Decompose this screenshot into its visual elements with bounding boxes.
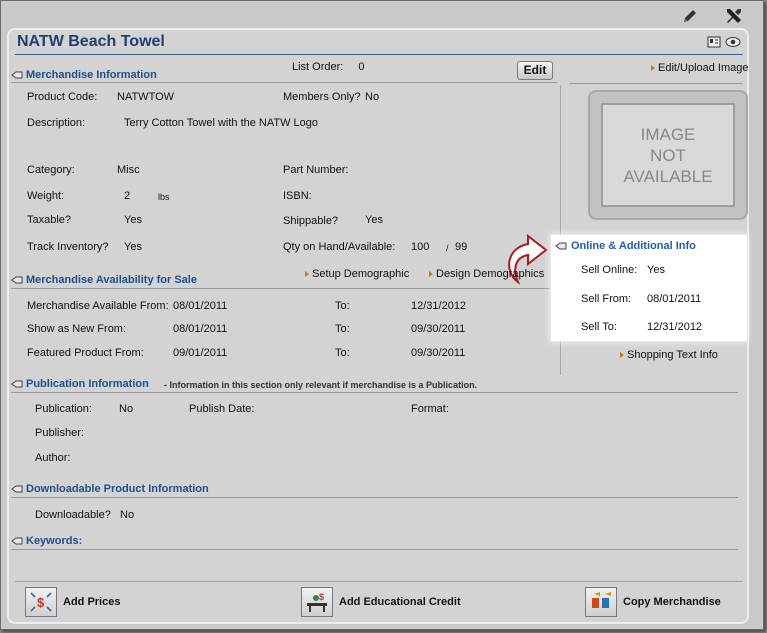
add-educational-credit-button[interactable]: $ Add Educational Credit <box>301 587 461 617</box>
design-demographics-link[interactable]: Design Demographics <box>429 268 544 280</box>
publication-note: - Information in this section only relev… <box>164 380 478 390</box>
downloadable-value: No <box>120 509 135 521</box>
isbn-label: ISBN: <box>283 190 312 202</box>
edit-upload-image-link[interactable]: Edit/Upload Image <box>651 62 749 74</box>
merch-info-divider <box>11 82 557 83</box>
edit-button[interactable]: Edit <box>517 61 553 80</box>
copy-merchandise-button[interactable]: Copy Merchandise <box>585 587 721 617</box>
available-to-label: To: <box>335 300 350 312</box>
id-card-icon[interactable] <box>707 36 721 48</box>
svg-text:$: $ <box>319 592 324 602</box>
sell-to-value: 12/31/2012 <box>647 321 703 333</box>
publication-divider <box>11 392 738 393</box>
sell-to-label: Sell To: <box>581 321 617 333</box>
publish-date-label: Publish Date: <box>189 403 255 415</box>
shopping-text-info-link[interactable]: Shopping Text Info <box>620 349 718 361</box>
qty-available-value: 99 <box>455 241 468 253</box>
main-window: NATW Beach Towel List Order: 0 Edit Edit… <box>0 0 764 630</box>
merch-info-heading: Merchandise Information <box>11 69 157 81</box>
keywords-heading: Keywords: <box>11 535 82 547</box>
publication-heading: Publication Information <box>11 378 149 390</box>
publisher-label: Publisher: <box>35 427 84 439</box>
image-not-available: IMAGE NOT AVAILABLE <box>601 103 735 207</box>
online-info-heading[interactable]: Online & Additional Info <box>571 240 696 252</box>
collapse-icon[interactable] <box>11 485 23 493</box>
add-prices-button[interactable]: $ Add Prices <box>25 587 120 617</box>
taxable-label: Taxable? <box>27 214 72 226</box>
product-code-label: Product Code: <box>27 91 98 103</box>
top-toolbar <box>679 5 745 27</box>
category-value: Misc <box>117 164 140 176</box>
new-to-label: To: <box>335 323 350 335</box>
sell-online-value: Yes <box>647 264 665 276</box>
title-divider <box>15 54 743 55</box>
members-only-label: Members Only? <box>283 91 361 103</box>
product-code-value: NATWTOW <box>117 91 175 103</box>
copy-merchandise-icon <box>585 587 617 617</box>
new-to-value: 09/30/2011 <box>411 323 466 335</box>
featured-from-label: Featured Product From: <box>27 347 144 359</box>
available-from-value: 08/01/2011 <box>173 300 228 312</box>
downloadable-heading: Downloadable Product Information <box>11 483 209 495</box>
collapse-icon[interactable] <box>11 276 23 284</box>
qty-on-hand-value: 100 <box>411 241 430 253</box>
educational-credit-icon: $ <box>301 587 333 617</box>
collapse-icon[interactable] <box>11 537 23 545</box>
weight-value: 2 <box>124 190 131 202</box>
shippable-value: Yes <box>365 214 383 226</box>
view-controls <box>707 36 741 48</box>
collapse-icon[interactable] <box>11 71 23 79</box>
image-divider <box>569 83 743 84</box>
page-title: NATW Beach Towel <box>17 33 165 50</box>
sell-from-value: 08/01/2011 <box>647 293 702 305</box>
members-only-value: No <box>365 91 380 103</box>
bottom-divider <box>15 581 743 582</box>
track-inventory-value: Yes <box>124 241 142 253</box>
publication-label: Publication: <box>35 403 92 415</box>
availability-divider <box>11 288 557 289</box>
downloadable-divider <box>11 497 738 498</box>
part-number-label: Part Number: <box>283 164 349 176</box>
taxable-value: Yes <box>124 214 142 226</box>
merchandise-panel: NATW Beach Towel List Order: 0 Edit Edit… <box>7 28 749 624</box>
product-image-frame: IMAGE NOT AVAILABLE <box>588 90 748 220</box>
pencil-icon[interactable] <box>679 5 701 27</box>
category-label: Category: <box>27 164 75 176</box>
author-label: Author: <box>35 452 71 464</box>
shippable-label: Shippable? <box>283 215 339 227</box>
format-label: Format: <box>411 403 449 415</box>
eye-icon[interactable] <box>725 36 741 48</box>
featured-from-value: 09/01/2011 <box>173 347 228 359</box>
add-prices-icon: $ <box>25 587 57 617</box>
description-label: Description: <box>27 117 86 129</box>
featured-to-label: To: <box>335 347 350 359</box>
keywords-divider <box>11 549 738 550</box>
online-info-popup: Online & Additional Info Sell Online: Ye… <box>550 234 748 342</box>
qty-separator: / <box>446 243 449 253</box>
list-order: List Order: 0 <box>292 61 365 73</box>
setup-demographic-link[interactable]: Setup Demographic <box>305 268 409 280</box>
featured-to-value: 09/30/2011 <box>411 347 466 359</box>
publication-value: No <box>119 403 134 415</box>
availability-heading: Merchandise Availability for Sale <box>11 274 197 286</box>
wrench-screwdriver-icon[interactable] <box>723 5 745 27</box>
sell-from-label: Sell From: <box>581 293 632 305</box>
qty-label: Qty on Hand/Available: <box>283 241 396 253</box>
track-inventory-label: Track Inventory? <box>27 241 109 253</box>
new-from-value: 08/01/2011 <box>173 323 228 335</box>
weight-label: Weight: <box>27 190 65 202</box>
weight-unit: lbs <box>158 192 170 202</box>
description-value: Terry Cotton Towel with the NATW Logo <box>124 117 319 129</box>
collapse-icon[interactable] <box>555 242 567 250</box>
downloadable-label: Downloadable? <box>35 509 111 521</box>
svg-text:$: $ <box>37 595 45 610</box>
sell-online-label: Sell Online: <box>581 264 638 276</box>
available-from-label: Merchandise Available From: <box>27 300 169 312</box>
collapse-icon[interactable] <box>11 380 23 388</box>
available-to-value: 12/31/2012 <box>411 300 467 312</box>
new-from-label: Show as New From: <box>27 323 127 335</box>
